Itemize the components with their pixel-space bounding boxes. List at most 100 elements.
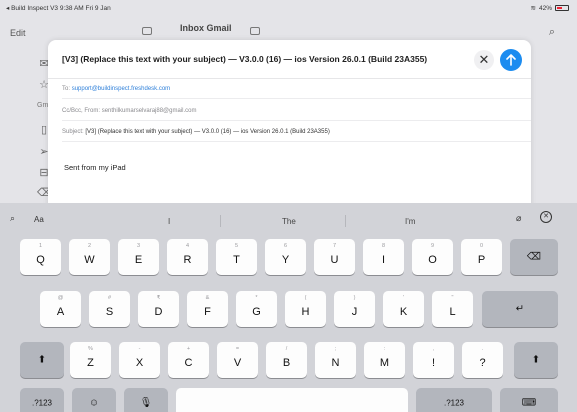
key-t[interactable]: 5T [216,239,257,275]
subject-field[interactable]: Subject: [V3] (Replace this text with yo… [62,129,330,135]
send-arrow-icon [506,54,516,66]
numbers-key-right[interactable]: .?123 [416,388,492,412]
divider [62,141,531,142]
key-u[interactable]: 7U [314,239,355,275]
compose-icon[interactable] [250,27,260,35]
key-z[interactable]: % Z [70,342,111,378]
key-label: W [84,254,95,266]
close-icon: ✕ [478,52,490,67]
key-y[interactable]: 6Y [265,239,306,275]
send-button[interactable] [500,49,522,71]
key-d[interactable]: ₹ D [138,291,179,327]
key-a[interactable]: @ A [40,291,81,327]
delete-key[interactable]: ⌫ [510,239,558,275]
key-o[interactable]: 9O [412,239,453,275]
key-label: V [233,357,242,369]
key-alt-label: . [481,346,484,352]
key-question[interactable]: .? [462,342,503,378]
key-k[interactable]: ' K [383,291,424,327]
key-alt-label: 6 [283,243,288,249]
key-alt-label: 9 [430,243,435,249]
hide-keyboard-key[interactable]: ⌨ [500,388,558,412]
battery-percent: 42% [538,4,552,12]
divider [62,120,531,121]
suggestion-bar: ⌕ Aa I The I'm ⌀ ✕ [0,203,577,233]
key-label: U [330,254,339,266]
key-label: B [282,357,291,369]
key-c[interactable]: + C [168,342,209,378]
search-icon[interactable]: ⌕ [549,26,555,39]
key-label: ! [431,357,436,369]
key-l[interactable]: " L [432,291,473,327]
key-b[interactable]: / B [266,342,307,378]
key-j[interactable]: ) J [334,291,375,327]
key-alt-label: , [432,346,435,352]
key-alt-label: 5 [234,243,239,249]
shift-key-right[interactable]: ⬆ [514,342,558,378]
compose-sheet: [V3] (Replace this text with your subjec… [48,40,531,212]
edit-button[interactable]: Edit [10,28,26,38]
suggestion-3[interactable]: I'm [405,217,415,226]
key-r[interactable]: 4R [167,239,208,275]
key-f[interactable]: & F [187,291,228,327]
dictation-key[interactable]: 🎙 [124,388,168,412]
status-bar-left: ◂ Build Inspect V3 9:38 AM Fri 9 Jan [6,5,111,12]
numbers-key-left[interactable]: .?123 [20,388,64,412]
key-q[interactable]: 1Q [20,239,61,275]
key-label: D [154,306,163,318]
emoji-key[interactable]: ☺ [72,388,116,412]
key-m[interactable]: :M [364,342,405,378]
microphone-icon: 🎙 [139,397,153,409]
close-button[interactable]: ✕ [474,50,494,70]
key-i[interactable]: 8I [363,239,404,275]
suggestion-1[interactable]: I [168,217,170,226]
key-v[interactable]: = V [217,342,258,378]
key-w[interactable]: 2W [69,239,110,275]
key-label: A [56,306,65,318]
key-label: C [184,357,193,369]
message-body[interactable]: Sent from my iPad [64,163,126,172]
suggestion-divider [220,215,221,227]
to-field[interactable]: To: support@buildinspect.freshdesk.com [62,86,170,92]
suggestion-2[interactable]: The [282,217,296,226]
divider [62,98,531,99]
key-label: I [381,254,386,266]
key-alt-label: ) [353,295,356,301]
key-alt-label: # [107,295,112,301]
dismiss-icon[interactable]: ✕ [540,211,552,223]
scan-text-icon[interactable]: ⌕ [10,213,15,224]
key-alt-label: " [451,295,454,301]
key-label: T [233,254,240,266]
key-label: M [379,357,390,369]
key-g[interactable]: * G [236,291,277,327]
key-x[interactable]: -X [119,342,160,378]
suggestion-divider [345,215,346,227]
space-bar[interactable] [176,388,408,412]
shift-key-left[interactable]: ⬆ [20,342,64,378]
to-recipient[interactable]: support@buildinspect.freshdesk.com [72,86,170,92]
format-button[interactable]: Aa [34,215,44,224]
key-alt-label: ₹ [156,295,161,301]
emoji-icon: ☺ [88,397,100,409]
mailbox-icon[interactable] [142,27,152,35]
subject-value[interactable]: [V3] (Replace this text with your subjec… [85,129,329,135]
key-label: E [134,254,143,266]
key-n[interactable]: ; N [315,342,356,378]
key-alt-label: 4 [185,243,190,249]
key-label: R [183,254,192,266]
to-label: To: [62,86,71,92]
key-label: N [331,357,340,369]
key-s[interactable]: # S [89,291,130,327]
key-p[interactable]: 0P [461,239,502,275]
key-label: Y [281,254,290,266]
return-key[interactable]: ↵ [482,291,558,327]
paperclip-icon[interactable]: ⌀ [516,213,521,224]
key-alt-label: 2 [87,243,92,249]
key-h[interactable]: (H [285,291,326,327]
key-exclamation[interactable]: ,! [413,342,454,378]
cc-from-field[interactable]: Cc/Bcc, From: senthilkumarselvaraj88@gma… [62,108,196,114]
key-e[interactable]: 3E [118,239,159,275]
key-alt-label: / [285,346,288,352]
inbox-title: Inbox Gmail [180,23,232,33]
shift-icon: ⬆ [531,354,541,366]
